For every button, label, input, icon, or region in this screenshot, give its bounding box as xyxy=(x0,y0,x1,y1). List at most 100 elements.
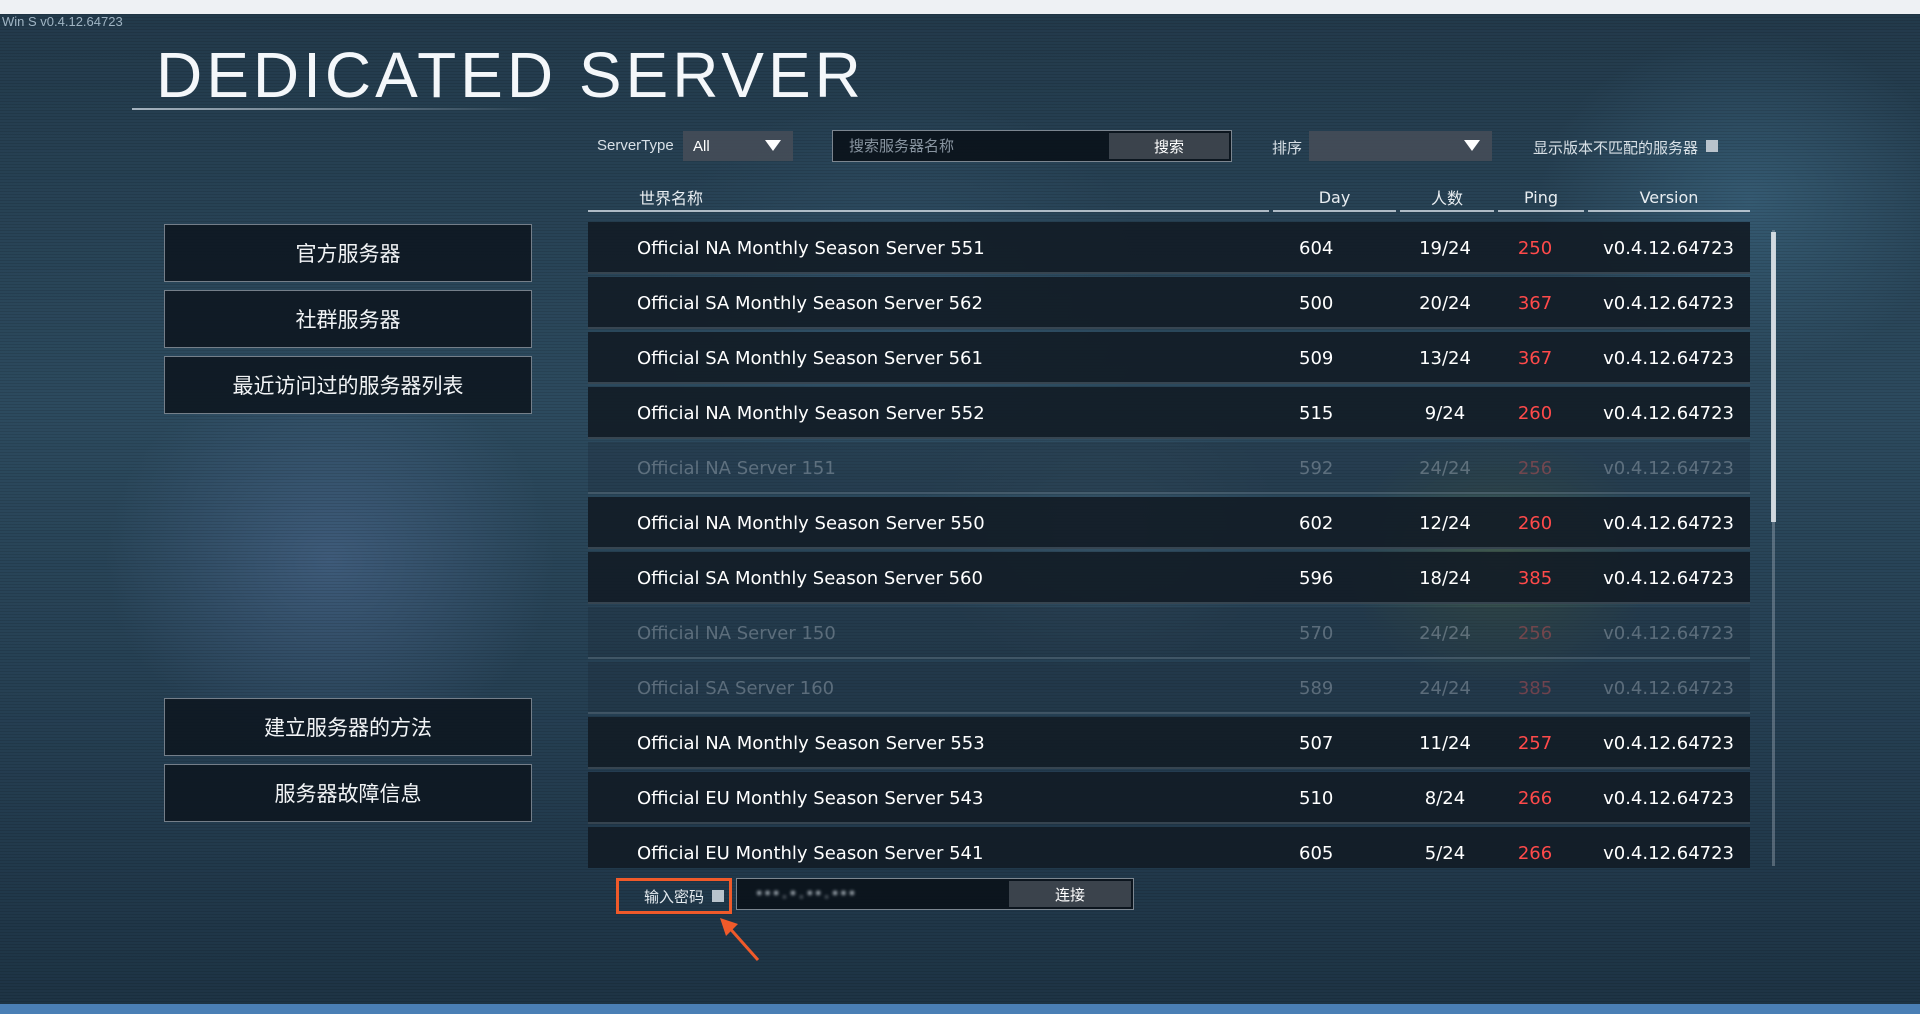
server-table-header: 世界名称 Day 人数 Ping Version xyxy=(588,184,1750,212)
connect-bar: 连接 xyxy=(736,878,1134,910)
table-row[interactable]: Official NA Monthly Season Server 553 50… xyxy=(588,717,1750,769)
server-version: v0.4.12.64723 xyxy=(1603,787,1734,809)
server-name: Official SA Monthly Season Server 560 xyxy=(637,567,983,589)
server-ping: 266 xyxy=(1517,787,1553,809)
server-name: Official NA Monthly Season Server 552 xyxy=(637,402,985,424)
server-day: 515 xyxy=(1299,402,1334,424)
search-input[interactable] xyxy=(833,131,1107,161)
server-address-input[interactable] xyxy=(737,879,1007,909)
password-label: 输入密码 xyxy=(644,887,705,906)
server-troubleshoot-button[interactable]: 服务器故障信息 xyxy=(164,764,532,822)
server-type-label: ServerType xyxy=(597,137,674,154)
server-ping: 385 xyxy=(1517,677,1553,699)
annotation-arrow-icon xyxy=(720,918,760,961)
server-day: 510 xyxy=(1299,787,1334,809)
table-row-full[interactable]: Official NA Server 150 570 24/24 256 v0.… xyxy=(588,607,1750,659)
server-ping: 367 xyxy=(1517,292,1553,314)
table-row[interactable]: Official SA Monthly Season Server 561 50… xyxy=(588,332,1750,384)
search-bar: 搜索 xyxy=(832,130,1232,162)
server-ping: 256 xyxy=(1517,622,1553,644)
connect-button[interactable]: 连接 xyxy=(1009,881,1131,907)
server-ping: 266 xyxy=(1517,842,1553,864)
server-day: 507 xyxy=(1299,732,1334,754)
server-list: Official NA Monthly Season Server 551 60… xyxy=(588,222,1750,868)
server-version: v0.4.12.64723 xyxy=(1603,402,1734,424)
server-version: v0.4.12.64723 xyxy=(1603,677,1734,699)
table-row[interactable]: Official SA Monthly Season Server 560 59… xyxy=(588,552,1750,604)
server-day: 596 xyxy=(1299,567,1334,589)
server-day: 602 xyxy=(1299,512,1334,534)
recent-servers-button[interactable]: 最近访问过的服务器列表 xyxy=(164,356,532,414)
server-players: 11/24 xyxy=(1419,732,1471,754)
server-day: 570 xyxy=(1299,622,1334,644)
column-header-day[interactable]: Day xyxy=(1273,184,1396,212)
server-day: 509 xyxy=(1299,347,1334,369)
server-ping: 385 xyxy=(1517,567,1553,589)
server-name: Official NA Server 150 xyxy=(637,622,836,644)
dropdown-caret-icon xyxy=(765,140,781,151)
sort-select[interactable] xyxy=(1309,131,1492,161)
server-players: 24/24 xyxy=(1419,677,1471,699)
server-day: 604 xyxy=(1299,237,1334,259)
server-version: v0.4.12.64723 xyxy=(1603,237,1734,259)
window-bottom-edge xyxy=(0,1004,1920,1014)
server-players: 20/24 xyxy=(1419,292,1471,314)
server-ping: 260 xyxy=(1517,402,1553,424)
server-ping: 257 xyxy=(1517,732,1553,754)
server-name: Official NA Monthly Season Server 551 xyxy=(637,237,985,259)
server-name: Official SA Monthly Season Server 562 xyxy=(637,292,983,314)
server-day: 592 xyxy=(1299,457,1334,479)
table-row-full[interactable]: Official SA Server 160 589 24/24 385 v0.… xyxy=(588,662,1750,714)
server-name: Official NA Monthly Season Server 550 xyxy=(637,512,985,534)
table-row[interactable]: Official NA Monthly Season Server 552 51… xyxy=(588,387,1750,439)
server-name: Official NA Monthly Season Server 553 xyxy=(637,732,985,754)
server-players: 24/24 xyxy=(1419,457,1471,479)
table-row[interactable]: Official NA Monthly Season Server 550 60… xyxy=(588,497,1750,549)
official-servers-button[interactable]: 官方服务器 xyxy=(164,224,532,282)
show-mismatch-checkbox[interactable] xyxy=(1706,140,1718,152)
table-row[interactable]: Official SA Monthly Season Server 562 50… xyxy=(588,277,1750,329)
table-row-full[interactable]: Official NA Server 151 592 24/24 256 v0.… xyxy=(588,442,1750,494)
server-version: v0.4.12.64723 xyxy=(1603,457,1734,479)
server-players: 24/24 xyxy=(1419,622,1471,644)
server-name: Official NA Server 151 xyxy=(637,457,836,479)
server-players: 9/24 xyxy=(1424,402,1466,424)
search-button[interactable]: 搜索 xyxy=(1109,133,1229,159)
table-row[interactable]: Official EU Monthly Season Server 541 60… xyxy=(588,827,1750,868)
server-version: v0.4.12.64723 xyxy=(1603,292,1734,314)
scrollbar-thumb[interactable] xyxy=(1771,232,1776,522)
server-ping: 256 xyxy=(1517,457,1553,479)
column-header-name[interactable]: 世界名称 xyxy=(588,184,1269,212)
table-row[interactable]: Official NA Monthly Season Server 551 60… xyxy=(588,222,1750,274)
server-name: Official SA Monthly Season Server 561 xyxy=(637,347,983,369)
community-servers-button[interactable]: 社群服务器 xyxy=(164,290,532,348)
server-name: Official SA Server 160 xyxy=(637,677,835,699)
server-day: 589 xyxy=(1299,677,1334,699)
server-players: 5/24 xyxy=(1424,842,1466,864)
server-name: Official EU Monthly Season Server 543 xyxy=(637,787,984,809)
server-version: v0.4.12.64723 xyxy=(1603,732,1734,754)
server-name: Official EU Monthly Season Server 541 xyxy=(637,842,984,864)
server-type-select[interactable]: All xyxy=(683,131,793,161)
server-version: v0.4.12.64723 xyxy=(1603,842,1734,864)
server-version: v0.4.12.64723 xyxy=(1603,567,1734,589)
server-players: 13/24 xyxy=(1419,347,1471,369)
server-version: v0.4.12.64723 xyxy=(1603,622,1734,644)
dropdown-caret-icon xyxy=(1464,140,1480,151)
sort-label: 排序 xyxy=(1272,140,1303,157)
server-ping: 260 xyxy=(1517,512,1553,534)
table-row[interactable]: Official EU Monthly Season Server 543 51… xyxy=(588,772,1750,824)
show-mismatch-label: 显示版本不匹配的服务器 xyxy=(1533,140,1699,157)
password-toggle-highlight[interactable]: 输入密码 xyxy=(616,878,732,914)
how-to-build-server-button[interactable]: 建立服务器的方法 xyxy=(164,698,532,756)
server-ping: 250 xyxy=(1517,237,1553,259)
title-underline xyxy=(132,108,552,110)
checkbox-icon[interactable] xyxy=(712,890,725,902)
column-header-version[interactable]: Version xyxy=(1588,184,1750,212)
server-version: v0.4.12.64723 xyxy=(1603,347,1734,369)
column-header-ping[interactable]: Ping xyxy=(1498,184,1584,212)
column-header-players[interactable]: 人数 xyxy=(1400,184,1494,212)
build-version-tag: Win S v0.4.12.64723 xyxy=(2,14,123,29)
page-title: DEDICATED SERVER xyxy=(156,39,865,111)
server-players: 19/24 xyxy=(1419,237,1471,259)
